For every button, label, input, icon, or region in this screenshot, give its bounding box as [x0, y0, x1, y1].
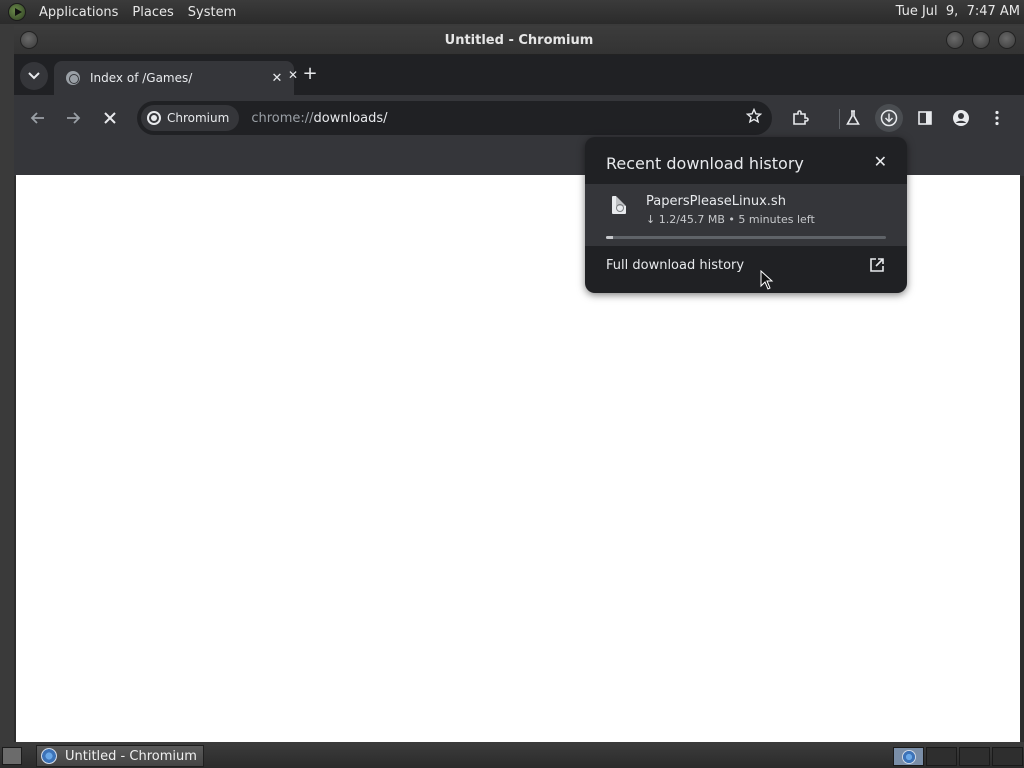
flask-icon — [846, 110, 860, 125]
browser-window: Untitled - Chromium Index of /Games/ ✕ ✕… — [14, 26, 1024, 742]
window-title: Untitled - Chromium — [444, 32, 594, 48]
tab-title: Index of /Games/ — [90, 71, 193, 85]
site-info-chip[interactable]: Chromium — [141, 105, 240, 131]
top-panel: Applications Places System Tue Jul 9, 7:… — [0, 0, 1024, 24]
download-icon — [880, 109, 898, 127]
download-bubble: Recent download history ✕ PapersPleaseLi… — [585, 137, 907, 293]
taskbar-item-label: Untitled - Chromium — [65, 748, 197, 764]
menu-button[interactable] — [983, 104, 1011, 132]
back-arrow-icon — [30, 112, 44, 124]
chevron-down-icon — [28, 72, 40, 80]
window-menu-icon[interactable] — [20, 31, 38, 49]
new-tab-button[interactable]: + — [300, 63, 320, 84]
globe-icon — [66, 71, 80, 85]
close-window-icon[interactable] — [998, 31, 1016, 49]
forward-arrow-icon — [67, 112, 81, 124]
tab-close-icon[interactable]: ✕ — [268, 69, 286, 87]
chromium-icon — [147, 111, 161, 125]
profile-button[interactable] — [947, 104, 975, 132]
full-download-history-link[interactable]: Full download history — [606, 258, 744, 273]
labs-button[interactable] — [839, 104, 867, 132]
clock[interactable]: Tue Jul 9, 7:47 AM — [896, 4, 1020, 19]
address-bar[interactable]: Chromium chrome://downloads/ — [137, 101, 772, 135]
kebab-menu-icon — [995, 110, 999, 126]
chip-label: Chromium — [167, 111, 230, 125]
bottom-taskbar: Untitled - Chromium — [0, 744, 1024, 768]
close-icon[interactable]: ✕ — [874, 152, 887, 171]
puzzle-icon — [793, 110, 809, 125]
download-filename: PapersPleaseLinux.sh — [646, 194, 786, 209]
tab-strip: Index of /Games/ ✕ ✕ + — [14, 55, 1024, 95]
workspace-2[interactable] — [926, 747, 957, 766]
applications-menu[interactable]: Applications — [32, 5, 125, 20]
open-external-icon[interactable] — [869, 257, 885, 273]
chromium-icon — [41, 748, 57, 764]
profile-icon — [953, 110, 969, 126]
tab-index-games[interactable]: Index of /Games/ ✕ — [54, 61, 294, 95]
side-panel-button[interactable] — [911, 104, 939, 132]
download-progress-fill — [606, 236, 614, 239]
workspace-1[interactable] — [893, 747, 924, 766]
url-host: downloads/ — [313, 110, 388, 126]
url-scheme: chrome:// — [251, 110, 314, 126]
workspace-4[interactable] — [992, 747, 1023, 766]
download-status: ↓ 1.2/45.7 MB • 5 minutes left — [646, 213, 815, 226]
show-desktop-icon[interactable] — [2, 747, 22, 765]
stop-button[interactable] — [96, 104, 124, 132]
back-button[interactable] — [24, 104, 52, 132]
file-icon — [612, 196, 626, 214]
forward-button[interactable] — [59, 104, 87, 132]
extensions-button[interactable] — [786, 104, 814, 132]
download-item[interactable]: PapersPleaseLinux.sh ↓ 1.2/45.7 MB • 5 m… — [585, 184, 907, 246]
window-titlebar[interactable]: Untitled - Chromium — [14, 26, 1024, 55]
toolbar: Chromium chrome://downloads/ — [14, 95, 1024, 141]
side-panel-icon — [918, 111, 932, 125]
stop-icon — [104, 112, 116, 124]
system-menu[interactable]: System — [181, 5, 243, 20]
tab-close-icon[interactable]: ✕ — [288, 68, 298, 82]
workspace-3[interactable] — [959, 747, 990, 766]
download-progress-bar — [606, 236, 886, 239]
distro-logo-icon[interactable] — [8, 3, 26, 21]
chromium-icon — [902, 750, 916, 764]
star-icon — [745, 107, 763, 124]
downloads-button[interactable] — [875, 104, 903, 132]
mouse-cursor-icon — [760, 270, 774, 290]
places-menu[interactable]: Places — [125, 5, 180, 20]
minimize-icon[interactable] — [946, 31, 964, 49]
url-text[interactable]: chrome://downloads/ — [251, 111, 387, 126]
tab-search-button[interactable] — [20, 62, 48, 90]
taskbar-item-chromium[interactable]: Untitled - Chromium — [36, 745, 204, 767]
bookmark-star-button[interactable] — [745, 107, 763, 128]
bubble-title: Recent download history — [606, 154, 804, 173]
maximize-icon[interactable] — [972, 31, 990, 49]
